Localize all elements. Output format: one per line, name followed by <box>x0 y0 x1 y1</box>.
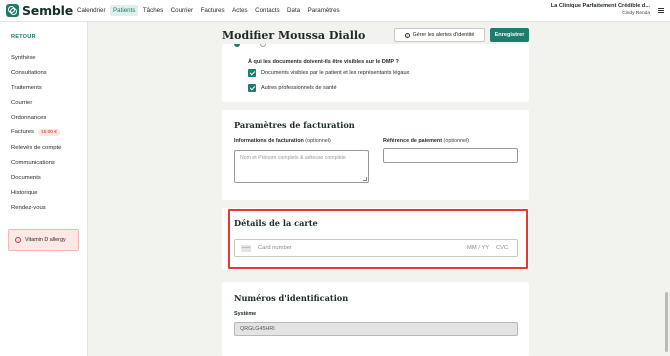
system-input[interactable]: QRGLG45HRI <box>234 322 518 336</box>
patient-sidebar: RETOUR Synthèse Consultations Traitement… <box>0 22 88 356</box>
invoice-balance-badge: 15.00 € <box>37 129 60 136</box>
semble-logo[interactable]: Semble <box>6 3 73 18</box>
sidebar-item-factures[interactable]: Factures 15.00 € <box>11 129 60 136</box>
optional-label: (optionnel) <box>305 138 331 144</box>
checkbox-checked[interactable] <box>248 84 256 92</box>
sidebar-item-ordonnances[interactable]: Ordonnances <box>11 115 46 121</box>
sidebar-item-historique[interactable]: Historique <box>11 190 38 196</box>
sidebar-item-documents[interactable]: Documents <box>11 175 41 181</box>
nav-courrier[interactable]: Courrier <box>168 5 196 16</box>
billing-settings-card: Paramètres de facturation Informations d… <box>222 110 529 200</box>
payment-reference-input[interactable] <box>383 148 518 163</box>
nav-calendrier[interactable]: Calendrier <box>74 5 109 16</box>
billing-info-label: Informations de facturation (optionnel) <box>234 138 331 144</box>
sidebar-item-courrier[interactable]: Courrier <box>11 100 32 106</box>
alerts-button-label: Gérer les alertes d'identité <box>412 32 475 38</box>
nav-factures[interactable]: Factures <box>198 5 228 16</box>
billing-info-placeholder: Nom et Prénom complets & adresse complèt… <box>240 155 346 161</box>
logo-icon <box>6 4 19 17</box>
clinic-name: La Clinique Parfaitement Crédible d... <box>550 3 650 9</box>
billing-info-label-text: Informations de facturation <box>234 138 304 144</box>
nav-actes[interactable]: Actes <box>229 5 250 16</box>
checkbox-checked[interactable] <box>248 69 256 77</box>
sidebar-item-label: Factures <box>11 129 34 135</box>
sidebar-item-rendez-vous[interactable]: Rendez-vous <box>11 205 46 211</box>
back-link[interactable]: RETOUR <box>11 34 36 40</box>
identification-title: Numéros d'identification <box>234 293 349 303</box>
page-title: Modifier Moussa Diallo <box>222 29 366 42</box>
clinic-switcher[interactable]: La Clinique Parfaitement Crédible d... C… <box>551 3 650 17</box>
dmp-option-patient[interactable]: Documents visibles par le patient et les… <box>248 69 409 77</box>
radio-selected[interactable] <box>234 44 240 47</box>
identification-numbers-card: Numéros d'identification Système QRGLG45… <box>222 282 529 356</box>
payment-reference-label: Référence de paiement (optionnel) <box>383 138 469 144</box>
dmp-option-label: Documents visibles par le patient et les… <box>261 70 410 76</box>
allergy-alert[interactable]: ! Vitamin D allergy <box>8 229 79 251</box>
sidebar-item-synthese[interactable]: Synthèse <box>11 55 36 61</box>
billing-section-title: Paramètres de facturation <box>234 120 355 130</box>
hamburger-menu-icon[interactable] <box>658 8 664 13</box>
logo-text: Semble <box>22 3 74 18</box>
payment-reference-label-text: Référence de paiement <box>383 138 443 144</box>
sidebar-item-traitements[interactable]: Traitements <box>11 85 42 91</box>
allergy-text: Vitamin D allergy <box>25 237 66 243</box>
dmp-visibility-card: À qui les documents doivent-ils être vis… <box>222 44 529 102</box>
dmp-option-label: Autres professionnels de santé <box>261 85 337 91</box>
manage-identity-alerts-button[interactable]: i Gérer les alertes d'identité <box>394 28 485 42</box>
sidebar-item-releves[interactable]: Relevés de compte <box>11 145 61 151</box>
radio-unselected[interactable] <box>260 44 266 47</box>
page-scrollbar[interactable] <box>665 292 668 352</box>
optional-label: (optionnel) <box>443 138 470 144</box>
nav-taches[interactable]: Tâches <box>140 5 166 16</box>
save-button[interactable]: Enregistrer <box>490 28 529 42</box>
nav-patients[interactable]: Patients <box>110 5 139 16</box>
dmp-question: À qui les documents doivent-ils être vis… <box>248 59 399 65</box>
nav-contacts[interactable]: Contacts <box>252 5 282 16</box>
user-name: Cindy Renda <box>622 11 650 16</box>
info-icon: i <box>404 32 410 38</box>
card-details-highlight <box>228 209 528 269</box>
nav-data[interactable]: Data <box>284 5 303 16</box>
top-navigation: Semble Calendrier Patients Tâches Courri… <box>0 0 670 22</box>
sidebar-item-communications[interactable]: Communications <box>11 160 55 166</box>
billing-info-textarea[interactable]: Nom et Prénom complets & adresse complèt… <box>234 150 369 183</box>
main-nav: Calendrier Patients Tâches Courrier Fact… <box>74 5 344 16</box>
nav-parametres[interactable]: Paramètres <box>305 5 343 16</box>
warning-icon: ! <box>15 237 21 243</box>
dmp-option-professionals[interactable]: Autres professionnels de santé <box>248 84 337 92</box>
system-label: Système <box>234 311 257 317</box>
sidebar-item-consultations[interactable]: Consultations <box>11 70 47 76</box>
resize-handle-icon[interactable] <box>363 177 367 181</box>
